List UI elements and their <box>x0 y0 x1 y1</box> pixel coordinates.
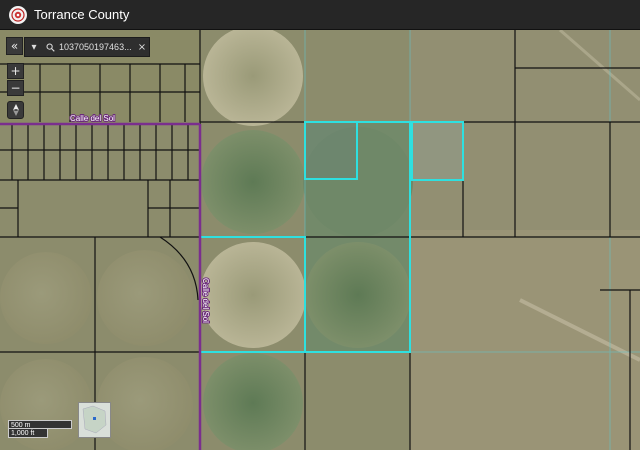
road-label-vertical: Calle del Sol <box>201 278 210 323</box>
minus-icon: − <box>10 81 21 95</box>
terrain-patch <box>410 230 640 450</box>
app-title: Torrance County <box>34 7 130 22</box>
county-seal-icon <box>9 5 27 24</box>
pivot-field <box>97 250 193 346</box>
search-icon <box>46 43 55 52</box>
search-button[interactable] <box>43 38 57 56</box>
search-input[interactable]: 1037050197463... <box>57 38 135 56</box>
pivot-field <box>200 242 306 348</box>
zoom-out-button[interactable]: − <box>7 80 24 96</box>
map-app: Torrance County Calle del Sol Calle del … <box>0 0 640 450</box>
scale-bar: 500 m 1,000 ft <box>8 420 72 438</box>
search-dropdown-button[interactable]: ▾ <box>25 38 43 56</box>
overview-map[interactable] <box>78 402 111 438</box>
pivot-field <box>203 30 303 126</box>
road-label-horizontal: Calle del Sol <box>70 114 115 123</box>
close-icon: × <box>137 41 147 53</box>
search-bar[interactable]: ▾ 1037050197463... × <box>24 37 150 57</box>
scale-metric: 500 m <box>8 420 72 429</box>
map-view[interactable]: Calle del Sol Calle del Sol « ▾ 10370501… <box>0 30 640 450</box>
zoom-in-button[interactable]: + <box>7 63 24 79</box>
pivot-field <box>305 242 411 348</box>
double-chevron-left-icon: « <box>10 39 19 53</box>
pivot-field <box>0 252 92 344</box>
chevron-down-icon: ▾ <box>31 41 37 53</box>
pivot-field <box>203 353 303 450</box>
compass-icon <box>12 104 19 116</box>
clear-search-button[interactable]: × <box>135 38 149 56</box>
plus-icon: + <box>10 64 21 78</box>
scale-imperial: 1,000 ft <box>8 429 48 438</box>
pivot-field <box>97 357 193 450</box>
compass-button[interactable] <box>7 101 24 119</box>
app-header: Torrance County <box>0 0 640 30</box>
pivot-field <box>201 130 305 234</box>
back-button[interactable]: « <box>6 37 23 55</box>
